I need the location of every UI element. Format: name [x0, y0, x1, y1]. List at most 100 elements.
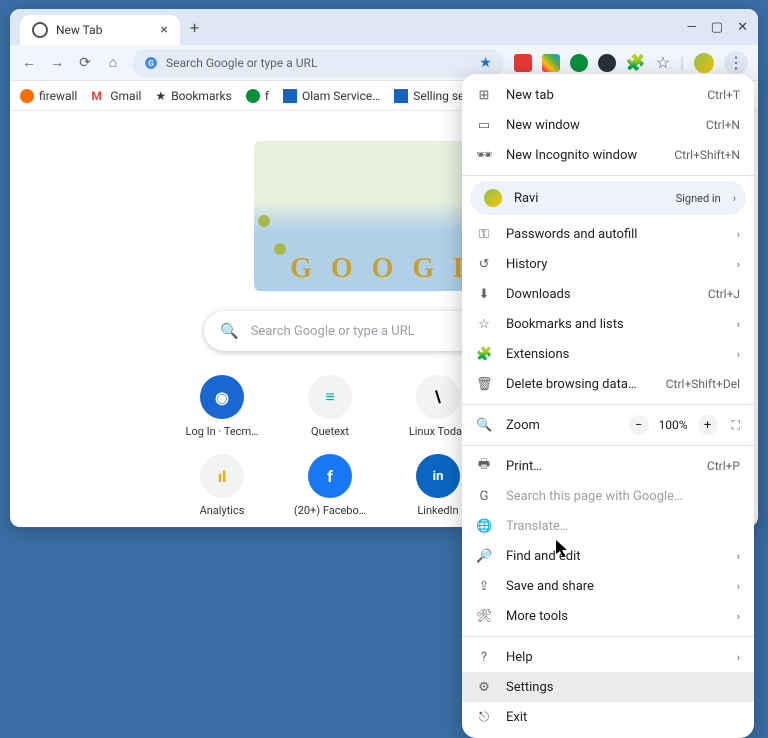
menu-help[interactable]: ?Help›	[462, 642, 754, 672]
profile-avatar[interactable]	[694, 53, 714, 73]
search-icon: 🔍	[220, 322, 239, 340]
download-icon: ⬇	[476, 287, 492, 302]
menu-profile[interactable]: Ravi Signed in ›	[470, 181, 746, 215]
trash-icon: 🗑	[476, 377, 492, 392]
shortcut-facebook[interactable]: f(20+) Facebo…	[282, 454, 378, 517]
menu-exit[interactable]: ⎋Exit	[462, 702, 754, 732]
extensions-icon[interactable]: 🧩	[626, 53, 646, 72]
ext-icon-4[interactable]	[598, 54, 616, 72]
doodle-text: G O O G L	[290, 253, 478, 285]
chevron-right-icon: ›	[737, 318, 740, 331]
chrome-menu: ⊞New tabCtrl+T ▭New windowCtrl+N 🕶New In…	[462, 74, 754, 738]
flame-icon	[20, 89, 34, 103]
shortcut-icon: ◉	[200, 375, 244, 419]
menu-translate: 🌐Translate…	[462, 511, 754, 541]
zoom-out-button[interactable]: −	[629, 415, 649, 435]
menu-separator	[462, 404, 754, 405]
title-bar: New Tab × + — ▢ ✕	[10, 9, 758, 45]
help-icon: ?	[476, 650, 492, 665]
tools-icon: 🛠	[476, 609, 492, 624]
more-menu-button[interactable]: ⋮	[724, 51, 748, 75]
chevron-right-icon: ›	[737, 580, 740, 593]
fullscreen-icon[interactable]: ⛶	[732, 418, 740, 433]
shortcut-icon: f	[308, 454, 352, 498]
star-outline-icon[interactable]: ☆	[656, 53, 670, 72]
new-tab-button[interactable]: +	[190, 18, 199, 37]
reload-button[interactable]: ⟳	[76, 55, 94, 71]
shortcut-tecm[interactable]: ◉Log In · Tecm…	[174, 375, 270, 438]
bookmark-firewall[interactable]: firewall	[20, 89, 77, 103]
shortcut-analytics[interactable]: ılAnalytics	[174, 454, 270, 517]
zoom-value: 100%	[659, 418, 688, 432]
bookmark-star-icon[interactable]: ★	[479, 55, 492, 71]
menu-save-share[interactable]: ⇪Save and share›	[462, 571, 754, 601]
chevron-right-icon: ›	[737, 610, 740, 623]
chevron-right-icon: ›	[737, 550, 740, 563]
menu-print[interactable]: 🖶Print…Ctrl+P	[462, 451, 754, 481]
history-icon: ↺	[476, 257, 492, 272]
chevron-right-icon: ›	[737, 348, 740, 361]
search-placeholder: Search Google or type a URL	[251, 324, 415, 339]
ext-icon-2[interactable]	[542, 54, 560, 72]
incognito-icon: 🕶	[476, 148, 492, 163]
tab-title: New Tab	[56, 23, 102, 37]
print-icon: 🖶	[476, 455, 492, 477]
menu-separator	[462, 636, 754, 637]
menu-more-tools[interactable]: 🛠More tools›	[462, 601, 754, 631]
bookmark-gmail[interactable]: MGmail	[91, 89, 141, 103]
shortcut-icon: 𐑘	[416, 375, 460, 419]
minimize-button[interactable]: —	[687, 20, 697, 35]
page-icon	[394, 89, 408, 103]
key-icon: ⚿	[476, 227, 492, 242]
close-icon[interactable]: ×	[161, 22, 168, 38]
shortcut-quetext[interactable]: ≡Quetext	[282, 375, 378, 438]
chevron-right-icon: ›	[737, 258, 740, 271]
star-icon: ☆	[476, 317, 492, 332]
zoom-controls: − 100% + ⛶	[629, 415, 740, 435]
chevron-right-icon: ›	[737, 228, 740, 241]
search-icon: 🔎	[476, 549, 492, 564]
back-button[interactable]: ←	[20, 54, 38, 71]
menu-separator	[462, 445, 754, 446]
shortcut-icon: ıl	[200, 454, 244, 498]
menu-new-window[interactable]: ▭New windowCtrl+N	[462, 110, 754, 140]
bookmark-f[interactable]: f	[246, 89, 269, 103]
f-icon	[246, 89, 260, 103]
close-button[interactable]: ✕	[737, 20, 748, 35]
menu-incognito[interactable]: 🕶New Incognito windowCtrl+Shift+N	[462, 140, 754, 170]
menu-history[interactable]: ↺History›	[462, 249, 754, 279]
ext-icon-3[interactable]	[570, 54, 588, 72]
maximize-button[interactable]: ▢	[711, 20, 723, 35]
menu-search-page: GSearch this page with Google…	[462, 481, 754, 511]
menu-bookmarks[interactable]: ☆Bookmarks and lists›	[462, 309, 754, 339]
menu-new-tab[interactable]: ⊞New tabCtrl+T	[462, 80, 754, 110]
tab-icon: ⊞	[476, 88, 492, 103]
page-icon	[283, 89, 297, 103]
shortcut-icon: in	[416, 454, 460, 498]
home-button[interactable]: ⌂	[104, 54, 122, 71]
address-bar[interactable]: G Search Google or type a URL ★	[132, 49, 504, 77]
menu-clear-data[interactable]: 🗑Delete browsing data…Ctrl+Shift+Del	[462, 369, 754, 399]
ext-icon-1[interactable]	[514, 54, 532, 72]
forward-button[interactable]: →	[48, 54, 66, 71]
extension-icons: 🧩 ☆ | ⋮	[514, 51, 748, 75]
star-icon: ★	[155, 89, 166, 103]
menu-passwords[interactable]: ⚿Passwords and autofill›	[462, 219, 754, 249]
menu-extensions[interactable]: 🧩Extensions›	[462, 339, 754, 369]
tab-newtab[interactable]: New Tab ×	[20, 15, 180, 45]
puzzle-icon: 🧩	[476, 347, 492, 362]
menu-settings[interactable]: ⚙Settings	[462, 672, 754, 702]
gear-icon: ⚙	[476, 680, 492, 695]
menu-downloads[interactable]: ⬇DownloadsCtrl+J	[462, 279, 754, 309]
exit-icon: ⎋	[476, 710, 492, 725]
menu-find-edit[interactable]: 🔎Find and edit›	[462, 541, 754, 571]
window-icon: ▭	[476, 118, 492, 133]
address-placeholder: Search Google or type a URL	[166, 56, 317, 70]
bookmark-bookmarks[interactable]: ★Bookmarks	[155, 89, 231, 103]
chevron-right-icon: ›	[733, 192, 736, 205]
avatar-icon	[484, 189, 502, 207]
zoom-in-button[interactable]: +	[698, 415, 718, 435]
bookmark-olam[interactable]: Olam Service…	[283, 89, 380, 103]
svg-text:G: G	[148, 57, 154, 67]
menu-zoom: 🔍Zoom − 100% + ⛶	[462, 410, 754, 440]
